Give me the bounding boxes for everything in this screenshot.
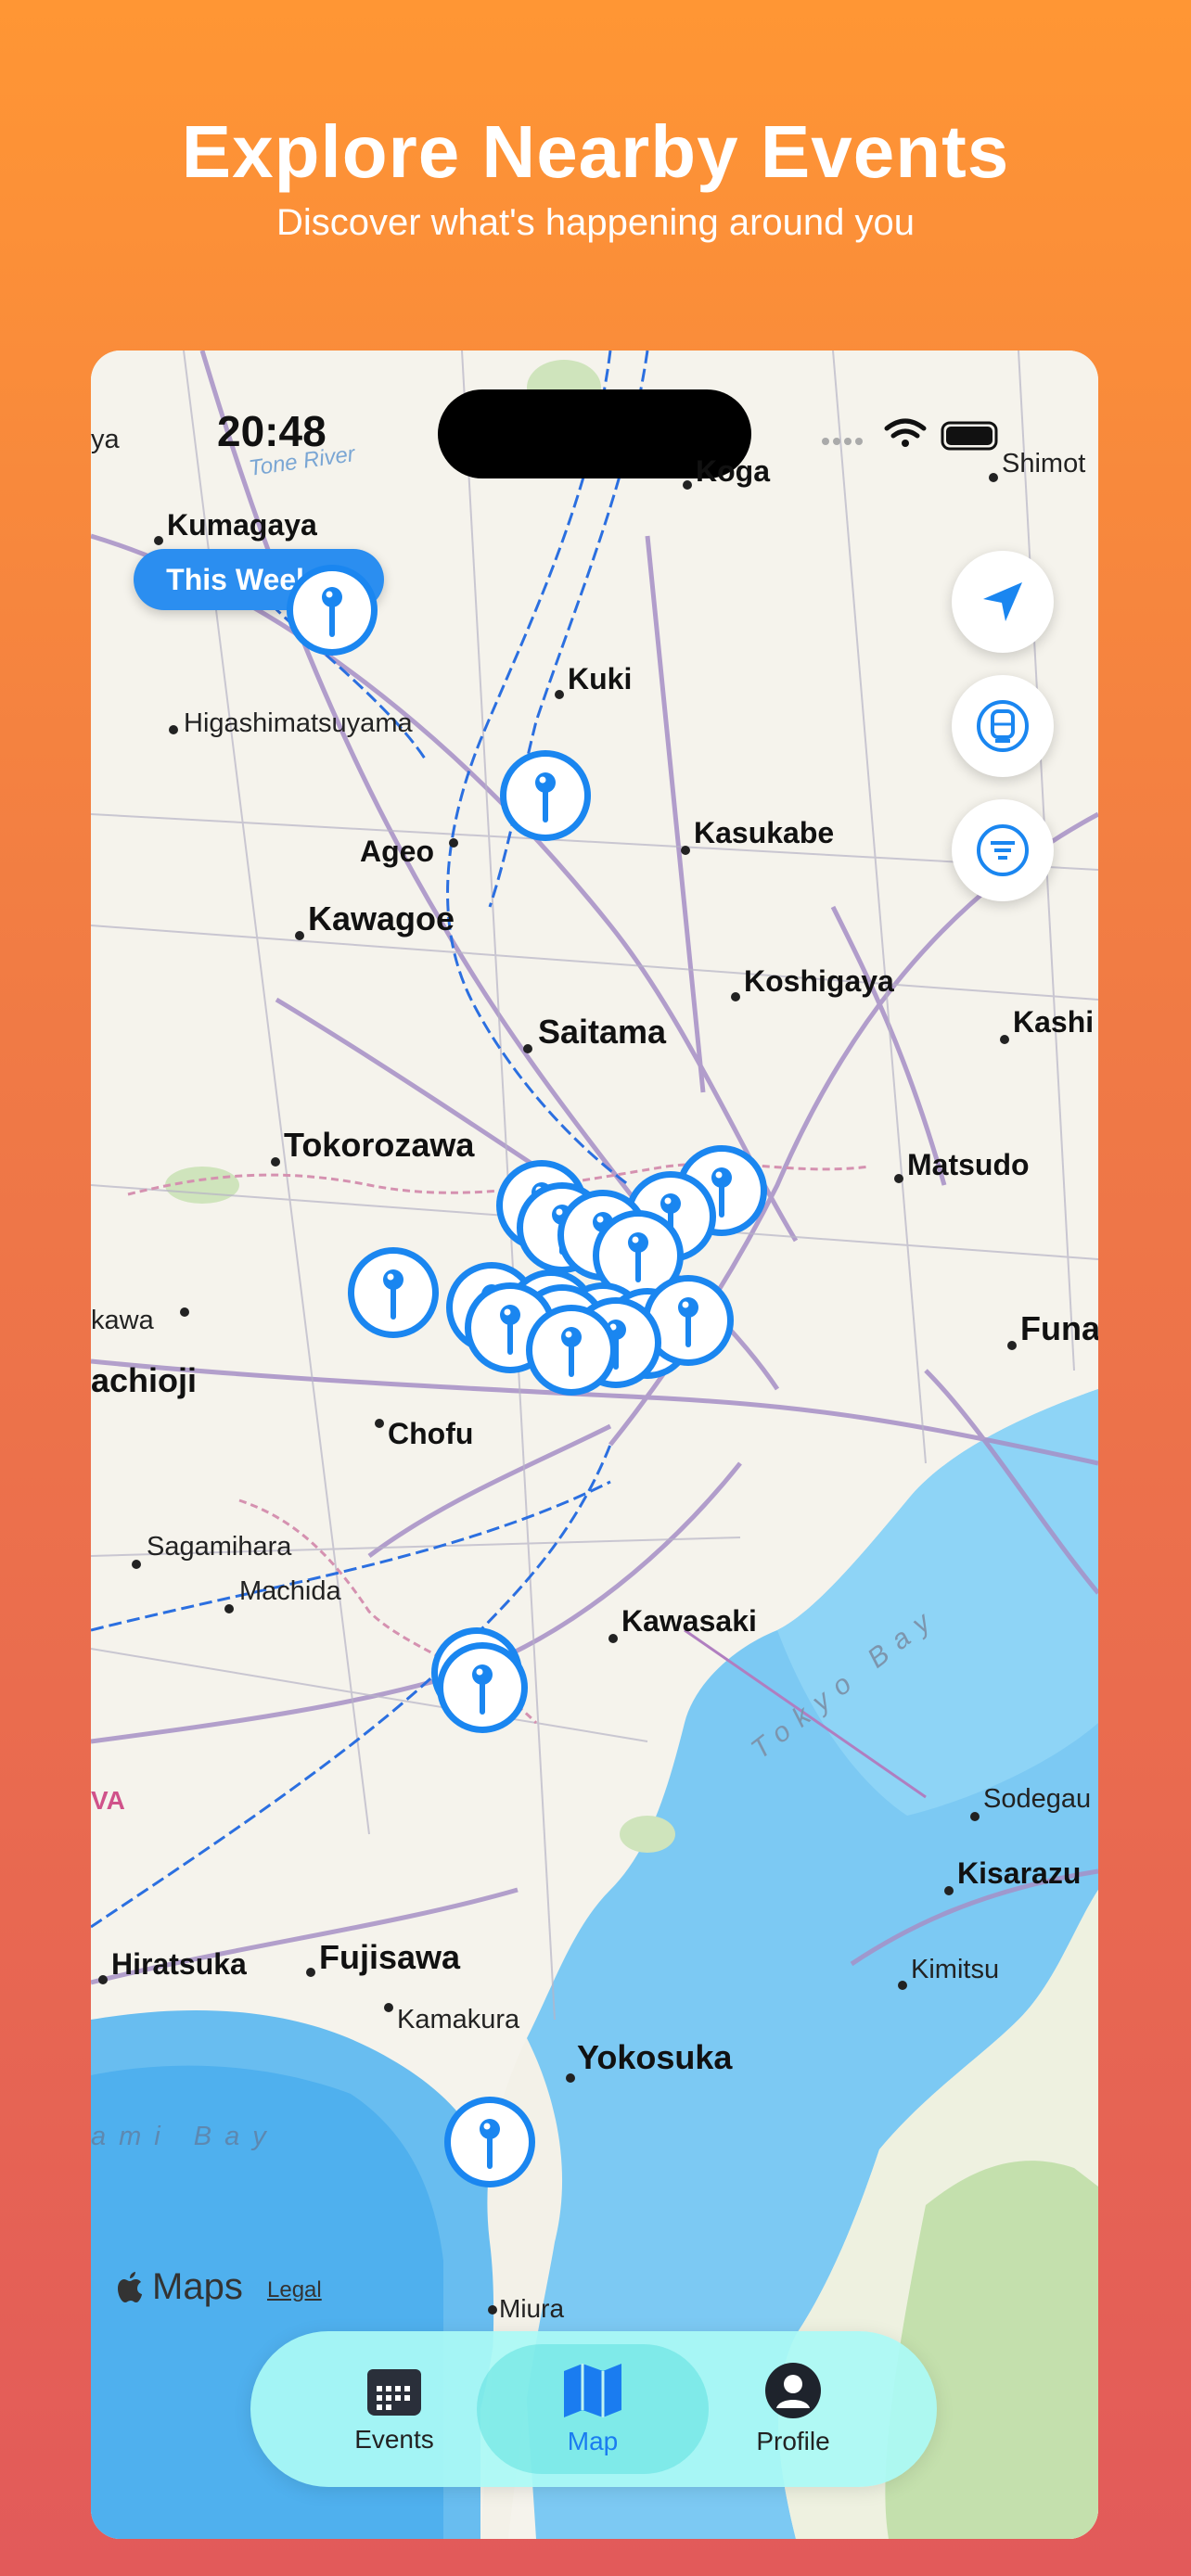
tab-events[interactable]: Events <box>278 2344 510 2474</box>
pin-icon <box>678 1297 698 1347</box>
city-dot <box>989 473 998 482</box>
status-icons <box>820 415 1005 453</box>
map-label-higashimatsuyama: Higashimatsuyama <box>184 708 413 738</box>
signal-icon <box>822 438 863 445</box>
city-dot <box>98 1975 108 1984</box>
city-dot <box>608 1634 618 1643</box>
maps-attribution: Maps <box>117 2266 243 2308</box>
map-label-funa: Funa <box>1020 1309 1098 1347</box>
map-label-kumagaya: Kumagaya <box>167 508 317 542</box>
map-label-ami-bay: ami Bay <box>91 2122 279 2151</box>
tab-profile[interactable]: Profile <box>677 2344 909 2474</box>
map-label-matsudo: Matsudo <box>907 1148 1030 1181</box>
city-dot <box>898 1981 907 1990</box>
city-dot <box>894 1174 903 1183</box>
tab-map[interactable]: Map <box>477 2344 709 2474</box>
hero-title: Explore Nearby Events <box>181 110 1010 193</box>
city-dot <box>488 2305 497 2315</box>
city-dot <box>306 1968 315 1977</box>
map-icon <box>564 2364 621 2417</box>
event-pin[interactable] <box>287 565 378 656</box>
event-pin[interactable] <box>437 1642 528 1733</box>
city-dot <box>566 2073 575 2083</box>
event-pin[interactable] <box>526 1305 617 1396</box>
city-dot <box>295 931 304 940</box>
map-label-ageo: Ageo <box>360 835 434 868</box>
battery-icon <box>941 421 998 451</box>
city-dot <box>449 838 458 848</box>
city-dot <box>180 1307 189 1317</box>
transit-button[interactable] <box>952 675 1054 777</box>
map-label-machida: Machida <box>239 1576 341 1606</box>
pin-icon <box>322 587 342 637</box>
map-label-kamakura: Kamakura <box>397 2005 520 2034</box>
calendar-icon <box>367 2369 421 2416</box>
tab-map-label: Map <box>567 2427 619 2455</box>
city-dot <box>169 725 178 734</box>
pin-icon <box>383 1269 403 1320</box>
map-label-kawasaki: Kawasaki <box>621 1604 757 1638</box>
event-pin[interactable] <box>348 1247 439 1338</box>
wifi-icon <box>884 418 927 447</box>
tab-events-label: Events <box>354 2425 434 2454</box>
location-arrow-icon <box>983 582 1022 621</box>
maps-attribution-text: Maps <box>152 2266 243 2307</box>
map-label-yokosuka: Yokosuka <box>577 2038 733 2076</box>
map-label-kawagoe: Kawagoe <box>308 899 455 937</box>
map-label-tokorozawa: Tokorozawa <box>284 1126 475 1164</box>
map-label-fujisawa: Fujisawa <box>319 1938 461 1976</box>
city-dot <box>271 1157 280 1167</box>
tab-profile-label: Profile <box>756 2427 830 2455</box>
pin-icon <box>480 2119 500 2169</box>
legal-link[interactable]: Legal <box>267 2277 322 2303</box>
map-label-sodegau: Sodegau <box>983 1784 1092 1814</box>
map-label-kimitsu: Kimitsu <box>911 1955 1000 1984</box>
city-dot <box>132 1560 141 1569</box>
filter-list-icon <box>977 824 1029 876</box>
city-dot <box>970 1812 980 1821</box>
city-dot <box>1007 1341 1017 1350</box>
city-dot <box>523 1044 532 1053</box>
map-label-kasukabe: Kasukabe <box>694 816 835 849</box>
hero-subtitle: Discover what's happening around you <box>275 202 916 243</box>
filter-button[interactable] <box>952 799 1054 901</box>
tab-bar: Events Map Profile <box>250 2331 937 2487</box>
map-label-kuki: Kuki <box>568 662 633 695</box>
map-label-hiratsuka: Hiratsuka <box>111 1947 247 1981</box>
map-label-kisarazu: Kisarazu <box>957 1856 1082 1890</box>
city-dot <box>731 992 740 1001</box>
map-label-va: VA <box>91 1786 125 1815</box>
city-dot <box>154 536 163 545</box>
city-dot <box>375 1419 384 1428</box>
map-label-kawa: kawa <box>91 1306 154 1335</box>
phone-screen: 20:48 This Week ya Tone River Koga Shimo… <box>91 351 1098 2539</box>
apple-logo-icon <box>118 2271 142 2302</box>
map-label-koga: Koga <box>696 454 770 488</box>
map-label: ya <box>91 425 120 454</box>
city-dot <box>944 1886 954 1895</box>
map-label-kashi: Kashi <box>1013 1005 1095 1039</box>
locate-me-button[interactable] <box>952 551 1054 653</box>
event-pin[interactable] <box>444 2097 535 2187</box>
city-dot <box>224 1604 234 1613</box>
map-label-shimot: Shimot <box>1002 449 1086 478</box>
pin-icon <box>472 1664 493 1715</box>
event-pin[interactable] <box>500 750 591 841</box>
pin-icon <box>561 1327 582 1377</box>
map-label-koshigaya: Koshigaya <box>744 964 894 998</box>
city-dot <box>1000 1035 1009 1044</box>
map-label-achioji: achioji <box>91 1361 198 1399</box>
profile-icon <box>765 2363 821 2418</box>
train-icon <box>977 700 1029 752</box>
map-label-saitama: Saitama <box>538 1013 667 1051</box>
city-dot <box>555 690 564 699</box>
pin-icon <box>628 1232 648 1282</box>
pin-icon <box>535 772 556 823</box>
map-label-chofu: Chofu <box>388 1417 474 1450</box>
city-dot <box>683 480 692 490</box>
map-label-sagamihara: Sagamihara <box>147 1532 292 1562</box>
map-label-miura: Miura <box>499 2294 565 2323</box>
city-dot <box>384 2003 393 2012</box>
city-dot <box>681 846 690 855</box>
